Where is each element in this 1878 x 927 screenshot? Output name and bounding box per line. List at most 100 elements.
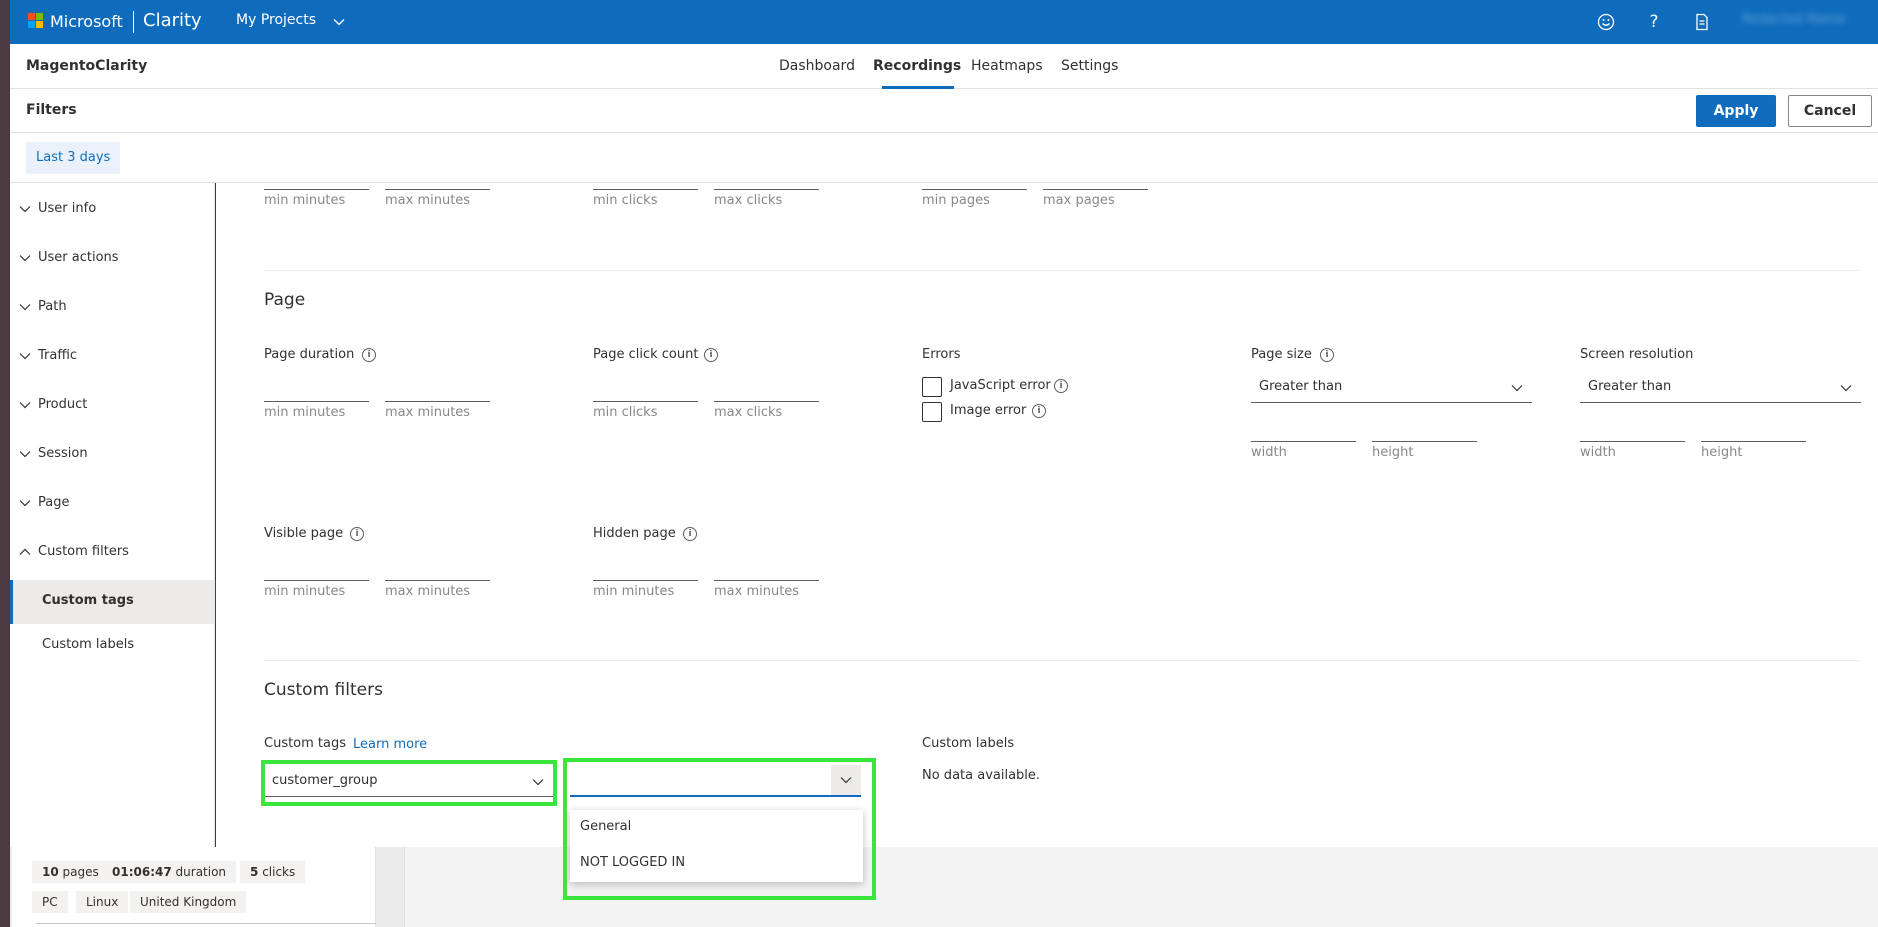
visible-page-label: Visible page xyxy=(264,526,344,541)
chevron-down-icon xyxy=(19,304,31,311)
placeholder: min minutes xyxy=(264,405,346,420)
document-icon[interactable] xyxy=(1690,10,1714,34)
custom-tags-label: Custom tags xyxy=(264,736,347,751)
sidebar-item-product[interactable]: Product xyxy=(10,386,215,426)
filters-header: Filters Apply Cancel xyxy=(10,89,1878,133)
page-size-dropdown[interactable]: Greater than xyxy=(1251,371,1532,403)
page-size-height-input[interactable] xyxy=(1372,441,1477,442)
info-icon[interactable]: i xyxy=(350,527,364,541)
placeholder: min clicks xyxy=(593,405,658,420)
page-size-width-input[interactable] xyxy=(1251,441,1356,442)
javascript-error-checkbox[interactable] xyxy=(922,377,942,397)
session-clicks-max-input[interactable] xyxy=(714,189,819,190)
smiley-icon[interactable] xyxy=(1594,10,1618,34)
sidebar-item-label: Session xyxy=(38,446,88,461)
page-size-label: Page size xyxy=(1251,347,1312,362)
placeholder: height xyxy=(1372,445,1414,460)
dropdown-value: Greater than xyxy=(1588,379,1672,394)
custom-labels-label: Custom labels xyxy=(922,736,1015,751)
hidden-page-max-input[interactable] xyxy=(714,580,819,581)
placeholder: max clicks xyxy=(714,193,783,208)
card-divider xyxy=(36,923,376,924)
custom-filters-section-title: Custom filters xyxy=(264,680,383,700)
page-click-count-label: Page click count xyxy=(593,347,699,362)
hidden-page-label: Hidden page xyxy=(593,526,676,541)
sidebar-item-session[interactable]: Session xyxy=(10,435,215,475)
placeholder: min minutes xyxy=(264,584,346,599)
visible-page-max-input[interactable] xyxy=(385,580,490,581)
session-pages-min-input[interactable] xyxy=(922,189,1027,190)
chevron-down-icon xyxy=(532,779,544,786)
session-duration-max-input[interactable] xyxy=(385,189,490,190)
chevron-down-icon xyxy=(19,402,31,409)
info-icon[interactable]: i xyxy=(1032,404,1046,418)
date-range-pill[interactable]: Last 3 days xyxy=(26,142,121,174)
page-clicks-min-input[interactable] xyxy=(593,401,698,402)
page-duration-min-input[interactable] xyxy=(264,401,369,402)
info-icon[interactable]: i xyxy=(683,527,697,541)
tab-settings[interactable]: Settings xyxy=(1061,58,1118,74)
brand-name[interactable]: Microsoft xyxy=(50,12,123,31)
filter-sidebar: User info User actions Path Traffic Prod… xyxy=(10,183,215,847)
image-error-checkbox[interactable] xyxy=(922,402,942,422)
custom-tag-value-dropdown[interactable] xyxy=(570,765,861,797)
sidebar-item-custom-filters[interactable]: Custom filters xyxy=(10,533,215,573)
sidebar-item-page[interactable]: Page xyxy=(10,484,215,524)
screen-resolution-dropdown[interactable]: Greater than xyxy=(1580,371,1861,403)
tab-dashboard[interactable]: Dashboard xyxy=(779,58,855,74)
placeholder: min clicks xyxy=(593,193,658,208)
clicks-chip: 5 clicks xyxy=(240,861,306,883)
tab-recordings[interactable]: Recordings xyxy=(873,58,961,74)
screen-resolution-width-input[interactable] xyxy=(1580,441,1685,442)
placeholder: height xyxy=(1701,445,1743,460)
tab-heatmaps[interactable]: Heatmaps xyxy=(971,58,1043,74)
chevron-down-icon xyxy=(19,206,31,213)
sidebar-item-user-actions[interactable]: User actions xyxy=(10,239,215,279)
product-name[interactable]: Clarity xyxy=(143,10,202,31)
screen-resolution-height-input[interactable] xyxy=(1701,441,1806,442)
chevron-up-icon xyxy=(19,548,31,555)
image-error-label: Image error xyxy=(950,403,1027,418)
chevron-down-icon xyxy=(19,500,31,507)
chevron-down-icon xyxy=(333,19,345,26)
top-bar: Microsoft Clarity My Projects ? Redacted… xyxy=(10,0,1878,44)
info-icon[interactable]: i xyxy=(1054,379,1068,393)
session-pages-max-input[interactable] xyxy=(1043,189,1148,190)
tag-value-options-menu: General NOT LOGGED IN xyxy=(570,810,863,882)
apply-button[interactable]: Apply xyxy=(1696,95,1776,127)
option-general[interactable]: General xyxy=(570,810,863,846)
placeholder: max minutes xyxy=(714,584,800,599)
visible-page-min-input[interactable] xyxy=(264,580,369,581)
chevron-down-icon xyxy=(19,255,31,262)
option-not-logged-in[interactable]: NOT LOGGED IN xyxy=(570,846,863,882)
sidebar-item-user-info[interactable]: User info xyxy=(10,190,215,230)
chevron-down-icon xyxy=(19,451,31,458)
user-name[interactable]: Redacted Name xyxy=(1742,12,1846,27)
learn-more-link[interactable]: Learn more xyxy=(353,737,427,752)
sidebar-subitem-custom-tags[interactable]: Custom tags xyxy=(10,580,215,624)
sidebar-item-traffic[interactable]: Traffic xyxy=(10,337,215,377)
dropdown-toggle[interactable] xyxy=(831,765,861,795)
my-projects-dropdown[interactable]: My Projects xyxy=(236,10,356,34)
help-icon[interactable]: ? xyxy=(1642,10,1666,34)
device-chip: PC xyxy=(32,891,68,913)
hidden-page-min-input[interactable] xyxy=(593,580,698,581)
info-icon[interactable]: i xyxy=(362,348,376,362)
info-icon[interactable]: i xyxy=(704,348,718,362)
info-icon[interactable]: i xyxy=(1320,348,1334,362)
placeholder: min minutes xyxy=(264,193,346,208)
session-card[interactable]: 10 pages 01:06:47 duration 5 clicks PC L… xyxy=(12,847,376,927)
page-duration-max-input[interactable] xyxy=(385,401,490,402)
session-duration-min-input[interactable] xyxy=(264,189,369,190)
sidebar-subitem-custom-labels[interactable]: Custom labels xyxy=(10,624,215,668)
session-clicks-min-input[interactable] xyxy=(593,189,698,190)
page-clicks-max-input[interactable] xyxy=(714,401,819,402)
chevron-down-icon xyxy=(1511,385,1523,392)
custom-tag-key-dropdown[interactable]: customer_group xyxy=(264,765,553,797)
cancel-button[interactable]: Cancel xyxy=(1788,95,1872,127)
sidebar-item-path[interactable]: Path xyxy=(10,288,215,328)
page-duration-label: Page duration xyxy=(264,347,355,362)
date-range-row: Last 3 days xyxy=(10,133,1878,183)
project-name: MagentoClarity xyxy=(26,58,148,74)
placeholder: max minutes xyxy=(385,405,471,420)
